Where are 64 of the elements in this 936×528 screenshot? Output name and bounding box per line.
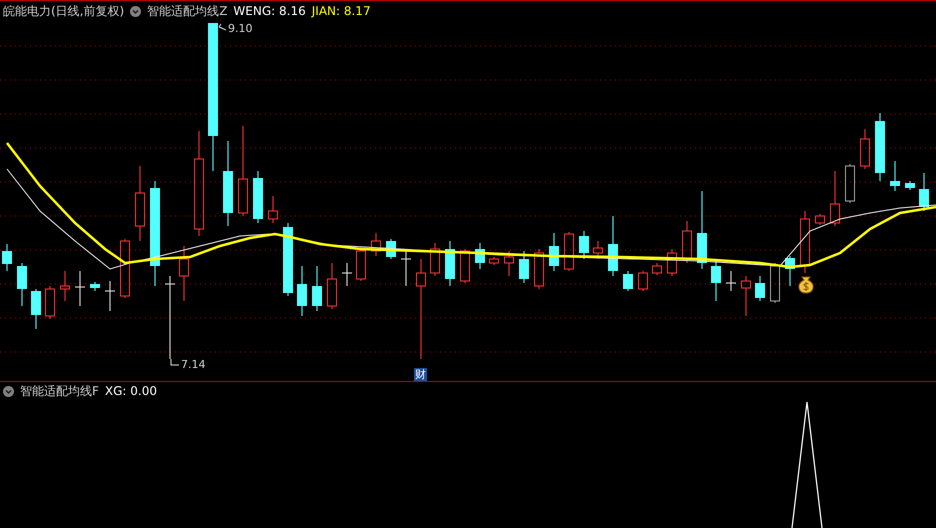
- leader-line: [170, 358, 180, 366]
- candlestick: [919, 172, 929, 212]
- candlestick: [549, 232, 559, 272]
- candlestick: [534, 248, 544, 290]
- candlestick: [726, 270, 736, 292]
- candlestick: [327, 262, 337, 310]
- candlestick: [875, 112, 885, 182]
- candlestick: [593, 240, 603, 260]
- candlestick: [652, 262, 662, 276]
- candlestick: [638, 270, 648, 292]
- candlestick: [489, 256, 499, 266]
- candlestick: [608, 216, 618, 276]
- candlestick: [564, 232, 574, 272]
- candlestick: [905, 180, 915, 190]
- money-bag-icon: [798, 276, 814, 294]
- indicator-name: 智能适配均线Z: [147, 2, 228, 20]
- candlestick: [800, 210, 810, 274]
- candlestick: [104, 280, 116, 312]
- candlestick: [2, 244, 12, 272]
- candlestick: [830, 170, 840, 226]
- candlestick: [60, 270, 70, 302]
- candlestick: [312, 266, 322, 312]
- candlestick: [785, 256, 795, 286]
- indicator-value: XG: 0.00: [104, 384, 158, 398]
- candlestick: [682, 220, 692, 264]
- candlestick: [253, 170, 263, 224]
- low-price-label: 7.14: [181, 358, 206, 371]
- candlestick: [860, 128, 870, 170]
- stock-title: 皖能电力(日线,前复权): [3, 2, 124, 20]
- candlestick: [579, 230, 589, 260]
- candlestick: [755, 276, 765, 302]
- candlestick: [667, 248, 677, 276]
- leader-line: [218, 24, 226, 30]
- candlestick: [45, 286, 55, 320]
- candlestick: [371, 232, 381, 256]
- candlestick: [623, 270, 633, 292]
- indicator-value: JIAN: 8.17: [312, 4, 371, 18]
- candlestick: [519, 250, 529, 284]
- candlestick: [815, 214, 825, 226]
- candlestick: [475, 242, 485, 270]
- candlestick: [400, 250, 412, 286]
- candlestick: [460, 248, 470, 284]
- indicator-value: WENG: 8.16: [233, 4, 306, 18]
- candlestick: [430, 242, 440, 276]
- candlestick: [445, 240, 455, 286]
- candlestick: [74, 270, 86, 306]
- candlestick: [17, 262, 27, 306]
- candlestick: [845, 164, 855, 204]
- candlestick: [179, 246, 189, 302]
- high-price-label: 9.10: [228, 22, 252, 35]
- dropdown-icon[interactable]: [3, 386, 14, 396]
- candlestick: [741, 276, 751, 316]
- indicator-name: 智能适配均线F: [20, 382, 99, 400]
- candlestick: [31, 288, 41, 330]
- candlestick: [297, 266, 307, 316]
- candlestick: [90, 282, 100, 292]
- candlestick: [342, 262, 352, 286]
- candlestick: [504, 250, 514, 276]
- candlestick: [268, 196, 278, 224]
- candlestick: [890, 160, 900, 192]
- candlestick: [120, 238, 130, 298]
- candlestick: [711, 260, 721, 302]
- event-badge[interactable]: 财: [414, 368, 427, 381]
- dropdown-icon[interactable]: [130, 6, 142, 16]
